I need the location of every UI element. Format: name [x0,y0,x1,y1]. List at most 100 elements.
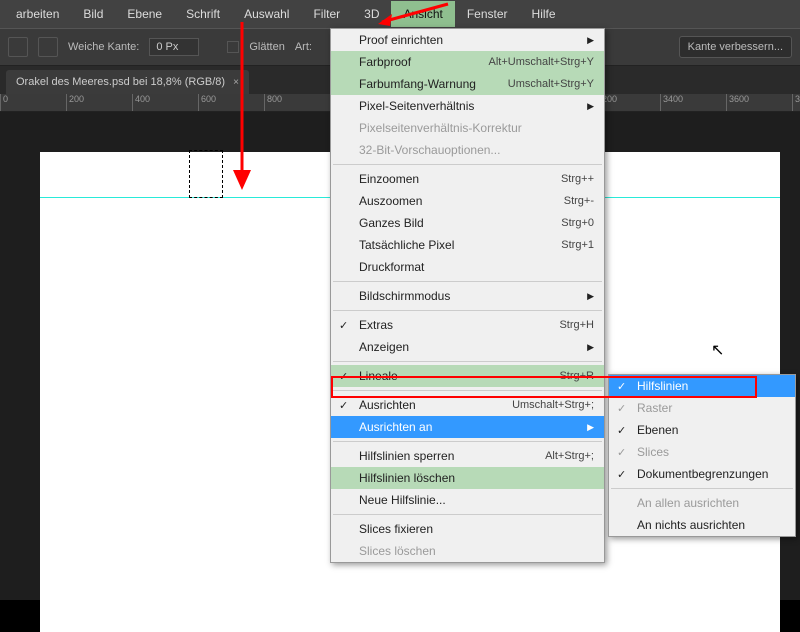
menu-3d[interactable]: 3D [352,1,391,27]
smooth-checkbox[interactable] [227,41,239,53]
snap-submenu-item-0[interactable]: ✓ Hilfslinien [609,375,795,397]
menu-shortcut: Strg++ [531,173,594,185]
tab-title: Orakel des Meeres.psd bei 18,8% (RGB/8) [16,76,225,88]
menu-item-label: Slices [637,445,669,459]
menu-item-label: Ebenen [637,423,678,437]
snap-to-submenu: ✓ Hilfslinien ✓ Raster ✓Ebenen ✓ Slices ✓ Dokume… [608,374,796,537]
menubar: arbeiten Bild Ebene Schrift Auswahl Filt… [0,0,800,28]
view-menu-item-20[interactable]: ✓AusrichtenUmschalt+Strg+; [331,394,604,416]
menu-shortcut: Strg+1 [531,239,594,251]
menu-item-label: Bildschirmmodus [359,289,450,303]
view-menu-item-3[interactable]: Pixel-Seitenverhältnis ▶ [331,95,604,117]
menu-item-label: Slices fixieren [359,522,433,536]
check-icon: ✓ [617,468,626,481]
menu-auswahl[interactable]: Auswahl [232,1,301,27]
view-menu-dropdown: Proof einrichten▶ Farbproof Alt+Umschalt+S… [330,28,605,563]
menu-item-label: Hilfslinien löschen [359,471,455,485]
smooth-label: Glätten [249,41,284,53]
view-menu-item-8[interactable]: Auszoomen Strg+- [331,190,604,212]
view-menu-item-16[interactable]: Anzeigen▶ [331,336,604,358]
check-icon: ✓ [617,380,626,393]
menu-item-label: Auszoomen [359,194,422,208]
menu-filter[interactable]: Filter [301,1,352,27]
menu-shortcut: Strg+0 [531,217,594,229]
menu-item-label: An nichts ausrichten [637,518,745,532]
menu-ansicht[interactable]: Ansicht [391,1,454,27]
snap-submenu-item-1: ✓ Raster [609,397,795,419]
menu-item-label: Extras [359,318,393,332]
soft-edge-input[interactable]: 0 Px [149,38,199,56]
soft-edge-label: Weiche Kante: [68,41,139,53]
menu-bild[interactable]: Bild [71,1,115,27]
cursor-icon: ↖ [711,340,724,360]
menu-arbeiten[interactable]: arbeiten [4,1,71,27]
menu-item-label: Farbproof [359,55,411,69]
menu-item-label: Dokumentbegrenzungen [637,467,768,481]
menu-shortcut: Strg+- [534,195,594,207]
menu-shortcut: Umschalt+Strg+; [482,399,594,411]
menu-fenster[interactable]: Fenster [455,1,520,27]
menu-item-label: Pixel-Seitenverhältnis [359,99,474,113]
tab-close-icon[interactable]: × [233,77,239,88]
selection-marquee[interactable] [189,150,223,198]
view-menu-item-27[interactable]: Slices fixieren [331,518,604,540]
menu-shortcut: Strg+H [529,319,594,331]
snap-submenu-item-7[interactable]: An nichts ausrichten [609,514,795,536]
menu-shortcut: Strg+R [529,370,594,382]
submenu-arrow-icon: ▶ [587,342,594,353]
menu-schrift[interactable]: Schrift [174,1,232,27]
menu-item-label: Tatsächliche Pixel [359,238,454,252]
check-icon: ✓ [617,446,626,459]
menu-item-label: Druckformat [359,260,424,274]
menu-ebene[interactable]: Ebene [115,1,174,27]
view-menu-item-18[interactable]: ✓ Lineale Strg+R [331,365,604,387]
refine-edge-button[interactable]: Kante verbessern... [679,36,792,58]
view-menu-item-0[interactable]: Proof einrichten▶ [331,29,604,51]
view-menu-item-11[interactable]: Druckformat [331,256,604,278]
type-label: Art: [295,41,312,53]
menu-item-label: Ganzes Bild [359,216,424,230]
menu-item-label: Einzoomen [359,172,419,186]
submenu-arrow-icon: ▶ [587,101,594,112]
submenu-arrow-icon: ▶ [587,291,594,302]
menu-item-label: Ausrichten an [359,420,432,434]
view-menu-item-2[interactable]: Farbumfang-WarnungUmschalt+Strg+Y [331,73,604,95]
menu-shortcut: Alt+Strg+; [515,450,594,462]
menu-item-label: Pixelseitenverhältnis-Korrektur [359,121,522,135]
view-menu-item-5: 32-Bit-Vorschauoptionen... [331,139,604,161]
snap-submenu-item-4[interactable]: ✓ Dokumentbegrenzungen [609,463,795,485]
menu-item-label: Hilfslinien sperren [359,449,454,463]
menu-item-label: An allen ausrichten [637,496,739,510]
view-menu-item-24[interactable]: Hilfslinien löschen [331,467,604,489]
snap-submenu-item-3: ✓ Slices [609,441,795,463]
view-menu-item-1[interactable]: Farbproof Alt+Umschalt+Strg+Y [331,51,604,73]
menu-item-label: Neue Hilfslinie... [359,493,446,507]
check-icon: ✓ [617,402,626,415]
document-tab[interactable]: Orakel des Meeres.psd bei 18,8% (RGB/8) … [6,70,249,94]
view-menu-item-9[interactable]: Ganzes Bild Strg+0 [331,212,604,234]
view-menu-item-4: Pixelseitenverhältnis-Korrektur [331,117,604,139]
menu-item-label: Hilfslinien [637,379,688,393]
submenu-arrow-icon: ▶ [587,422,594,433]
menu-item-label: Lineale [359,369,398,383]
view-menu-item-21[interactable]: Ausrichten an ▶ [331,416,604,438]
menu-item-label: Slices löschen [359,544,436,558]
menu-shortcut: Umschalt+Strg+Y [478,78,594,90]
menu-shortcut: Alt+Umschalt+Strg+Y [459,56,594,68]
tool-icon-1[interactable] [8,37,28,57]
menu-hilfe[interactable]: Hilfe [520,1,568,27]
view-menu-item-28: Slices löschen [331,540,604,562]
view-menu-item-7[interactable]: Einzoomen Strg++ [331,168,604,190]
menu-item-label: Raster [637,401,672,415]
menu-item-label: Farbumfang-Warnung [359,77,476,91]
submenu-arrow-icon: ▶ [587,35,594,46]
view-menu-item-25[interactable]: Neue Hilfslinie... [331,489,604,511]
check-icon: ✓ [339,399,348,412]
view-menu-item-13[interactable]: Bildschirmmodus ▶ [331,285,604,307]
view-menu-item-10[interactable]: Tatsächliche Pixel Strg+1 [331,234,604,256]
view-menu-item-15[interactable]: ✓ExtrasStrg+H [331,314,604,336]
tool-icon-2[interactable] [38,37,58,57]
view-menu-item-23[interactable]: Hilfslinien sperren Alt+Strg+; [331,445,604,467]
snap-submenu-item-2[interactable]: ✓Ebenen [609,419,795,441]
check-icon: ✓ [339,370,348,383]
